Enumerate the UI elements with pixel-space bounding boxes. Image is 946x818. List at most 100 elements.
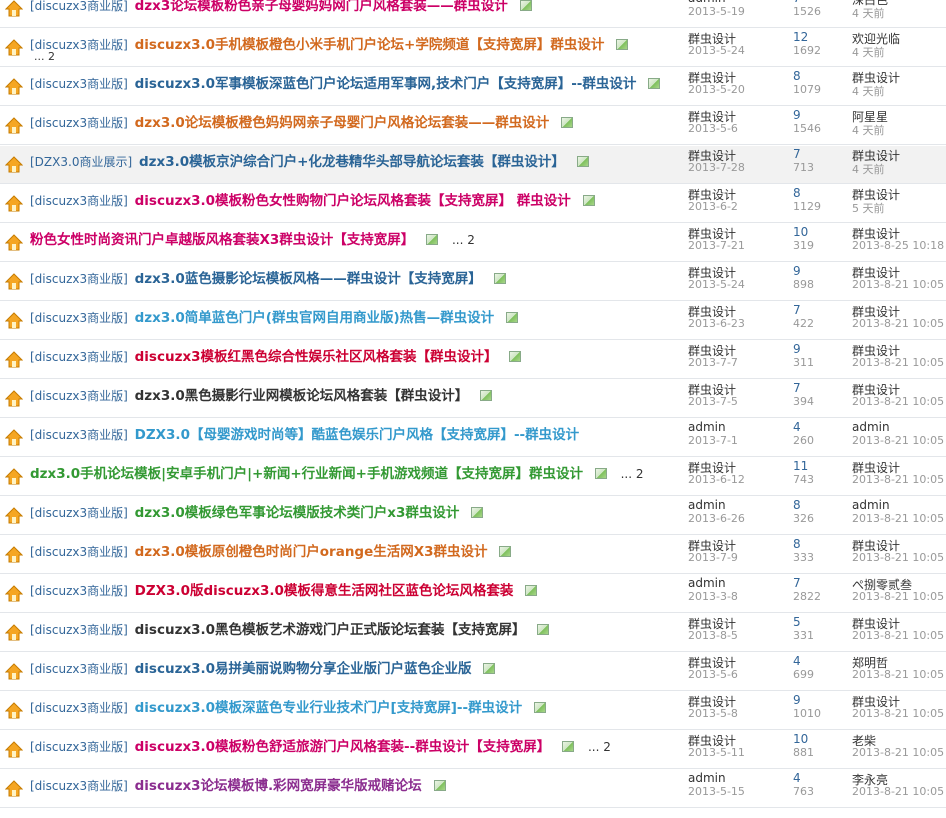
thread-title-link[interactable]: dzx3.0模板京沪综合门户+化龙巷精华头部导航论坛套装【群虫设计】: [139, 154, 565, 170]
last-post-time-link[interactable]: 2013-8-21 10:05: [852, 395, 944, 408]
hot-thread-icon[interactable]: [4, 624, 24, 642]
last-post-time-link[interactable]: 4 天前: [852, 83, 885, 99]
reply-count[interactable]: 7: [793, 303, 801, 317]
hot-thread-icon[interactable]: [4, 429, 24, 447]
thread-category-link[interactable]: [discuzx3商业版]: [30, 350, 128, 364]
last-post-time-link[interactable]: 2013-8-21 10:05: [852, 473, 944, 486]
hot-thread-icon[interactable]: [4, 156, 24, 174]
hot-thread-icon[interactable]: [4, 585, 24, 603]
reply-count[interactable]: 4: [793, 654, 801, 668]
thread-category-link[interactable]: [discuzx3商业版]: [30, 194, 128, 208]
last-post-time-link[interactable]: 5 天前: [852, 200, 885, 216]
hot-thread-icon[interactable]: [4, 312, 24, 330]
thread-title-link[interactable]: dzx3论坛模板粉色亲子母婴妈妈网门户风格套装——群虫设计: [135, 0, 508, 14]
thread-category-link[interactable]: [discuzx3商业版]: [30, 116, 128, 130]
hot-thread-icon[interactable]: [4, 468, 24, 486]
thread-category-link[interactable]: [discuzx3商业版]: [30, 0, 128, 13]
reply-count[interactable]: 7: [793, 576, 801, 590]
last-poster-link[interactable]: admin: [852, 498, 890, 512]
thread-title-link[interactable]: discuzx3论坛模板博.彩网宽屏豪华版戒赌论坛: [135, 778, 422, 794]
thread-pages-link[interactable]: ... 2: [588, 740, 611, 754]
hot-thread-icon[interactable]: [4, 507, 24, 525]
last-post-time-link[interactable]: 4 天前: [852, 122, 885, 138]
thread-category-link[interactable]: [discuzx3商业版]: [30, 428, 128, 442]
thread-title-link[interactable]: discuzx3.0军事模板深蓝色门户论坛适用军事网,技术门户【支持宽屏】--群…: [135, 76, 637, 92]
reply-count[interactable]: 4: [793, 771, 801, 785]
hot-thread-icon[interactable]: [4, 273, 24, 291]
last-post-time-link[interactable]: 2013-8-21 10:05: [852, 278, 944, 291]
hot-thread-icon[interactable]: [4, 234, 24, 252]
thread-pages-link[interactable]: ... 2: [34, 50, 55, 63]
hot-thread-icon[interactable]: [4, 663, 24, 681]
reply-count[interactable]: 8: [793, 186, 801, 200]
hot-thread-icon[interactable]: [4, 78, 24, 96]
reply-count[interactable]: 11: [793, 459, 808, 473]
reply-count[interactable]: 10: [793, 225, 808, 239]
reply-count[interactable]: 7: [793, 147, 801, 161]
hot-thread-icon[interactable]: [4, 117, 24, 135]
thread-title-link[interactable]: discuzx3.0模板粉色舒适旅游门户风格套装--群虫设计【支持宽屏】: [135, 739, 551, 755]
last-post-time-link[interactable]: 4 天前: [852, 44, 885, 60]
thread-category-link[interactable]: [discuzx3商业版]: [30, 779, 128, 793]
thread-title-link[interactable]: dzx3.0蓝色摄影论坛模板风格——群虫设计【支持宽屏】: [135, 271, 482, 287]
thread-pages-link[interactable]: ... 2: [621, 467, 644, 481]
hot-thread-icon[interactable]: [4, 741, 24, 759]
last-post-time-link[interactable]: 2013-8-21 10:05: [852, 434, 944, 447]
reply-count[interactable]: 9: [793, 108, 801, 122]
last-post-time-link[interactable]: 2013-8-21 10:05: [852, 590, 944, 603]
thread-category-link[interactable]: [discuzx3商业版]: [30, 311, 128, 325]
thread-title-link[interactable]: discuzx3.0易拼美丽说购物分享企业版门户蓝色企业版: [135, 661, 472, 677]
reply-count[interactable]: 8: [793, 69, 801, 83]
thread-title-link[interactable]: 粉色女性时尚资讯门户卓越版风格套装X3群虫设计【支持宽屏】: [30, 232, 414, 248]
reply-count[interactable]: 9: [793, 342, 801, 356]
last-post-time-link[interactable]: 2013-8-21 10:05: [852, 707, 944, 720]
last-post-time-link[interactable]: 2013-8-21 10:05: [852, 629, 944, 642]
reply-count[interactable]: 9: [793, 264, 801, 278]
hot-thread-icon[interactable]: [4, 546, 24, 564]
last-post-time-link[interactable]: 2013-8-21 10:05: [852, 668, 944, 681]
thread-category-link[interactable]: [discuzx3商业版]: [30, 272, 128, 286]
thread-category-link[interactable]: [discuzx3商业版]: [30, 662, 128, 676]
hot-thread-icon[interactable]: [4, 390, 24, 408]
thread-category-link[interactable]: [discuzx3商业版]: [30, 545, 128, 559]
author-link[interactable]: admin: [688, 576, 726, 590]
thread-category-link[interactable]: [discuzx3商业版]: [30, 740, 128, 754]
last-post-time-link[interactable]: 4 天前: [852, 5, 885, 21]
thread-category-link[interactable]: [discuzx3商业版]: [30, 701, 128, 715]
reply-count[interactable]: 8: [793, 498, 801, 512]
thread-category-link[interactable]: [discuzx3商业版]: [30, 77, 128, 91]
reply-count[interactable]: 9: [793, 693, 801, 707]
hot-thread-icon[interactable]: [4, 195, 24, 213]
author-link[interactable]: admin: [688, 420, 726, 434]
hot-thread-icon[interactable]: [4, 351, 24, 369]
author-link[interactable]: admin: [688, 498, 726, 512]
hot-thread-icon[interactable]: [4, 39, 24, 57]
thread-category-link[interactable]: [discuzx3商业版]: [30, 389, 128, 403]
thread-title-link[interactable]: dzx3.0手机论坛模板|安卓手机门户|+新闻+行业新闻+手机游戏频道【支持宽屏…: [30, 466, 583, 482]
reply-count[interactable]: 4: [793, 420, 801, 434]
thread-title-link[interactable]: dzx3.0简单蓝色门户(群虫官网自用商业版)热售—群虫设计: [135, 310, 494, 326]
reply-count[interactable]: 10: [793, 732, 808, 746]
reply-count[interactable]: 7: [793, 381, 801, 395]
thread-title-link[interactable]: dzx3.0黑色摄影行业网模板论坛风格套装【群虫设计】: [135, 388, 469, 404]
thread-category-link[interactable]: [discuzx3商业版]: [30, 506, 128, 520]
reply-count[interactable]: 5: [793, 615, 801, 629]
thread-pages-link[interactable]: ... 2: [452, 233, 475, 247]
last-post-time-link[interactable]: 2013-8-21 10:05: [852, 551, 944, 564]
thread-title-link[interactable]: discuzx3.0模板粉色女性购物门户论坛风格套装【支持宽屏】 群虫设计: [135, 193, 571, 209]
thread-category-link[interactable]: [discuzx3商业版]: [30, 623, 128, 637]
thread-title-link[interactable]: discuzx3.0黑色模板艺术游戏门户正式版论坛套装【支持宽屏】: [135, 622, 526, 638]
last-post-time-link[interactable]: 2013-8-25 10:18: [852, 239, 944, 252]
thread-title-link[interactable]: DZX3.0版discuzx3.0模板得意生活网社区蓝色论坛风格套装: [135, 583, 514, 599]
hot-thread-icon[interactable]: [4, 0, 24, 18]
thread-title-link[interactable]: DZX3.0【母婴游戏时尚等】酷蓝色娱乐门户风格【支持宽屏】--群虫设计: [135, 427, 580, 443]
thread-category-link[interactable]: [discuzx3商业版]: [30, 584, 128, 598]
last-poster-link[interactable]: admin: [852, 420, 890, 434]
thread-title-link[interactable]: discuzx3模板红黑色综合性娱乐社区风格套装【群虫设计】: [135, 349, 498, 365]
last-post-time-link[interactable]: 2013-8-21 10:05: [852, 785, 944, 798]
last-post-time-link[interactable]: 2013-8-21 10:05: [852, 746, 944, 759]
thread-category-link[interactable]: [DZX3.0商业展示]: [30, 155, 132, 169]
hot-thread-icon[interactable]: [4, 780, 24, 798]
thread-title-link[interactable]: dzx3.0论坛模板橙色妈妈网亲子母婴门户风格论坛套装——群虫设计: [135, 115, 550, 131]
last-post-time-link[interactable]: 2013-8-21 10:05: [852, 512, 944, 525]
